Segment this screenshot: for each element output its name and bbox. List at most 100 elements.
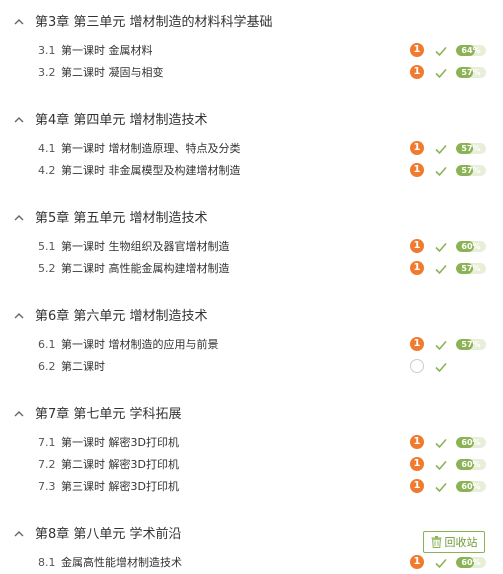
progress-pill: 60% [456,241,486,252]
chapter-header[interactable]: 第3章 第三单元 增材制造的材料科学基础 [0,7,503,33]
progress-label: 60% [461,438,481,447]
check-icon [434,359,448,373]
lesson-title[interactable]: 第二课时 [61,358,105,374]
check-icon [434,141,448,155]
status-badge: 1 [410,479,424,493]
lesson-number: 4.2 [38,163,56,177]
lesson-item[interactable]: 5.1 第一课时 生物组织及器官增材制造 1 60% [0,235,503,257]
lesson-item[interactable]: 3.1 第一课时 金属材料 1 64% [0,39,503,61]
chapter-section: 第6章 第六单元 增材制造技术 6.1 第一课时 增材制造的应用与前景 1 57% 6.2… [0,301,503,399]
lesson-title[interactable]: 第二课时 非金属模型及构建增材制造 [61,162,241,178]
lesson-title[interactable]: 金属高性能增材制造技术 [61,554,182,570]
chapter-title: 第7章 第七单元 学科拓展 [35,406,182,422]
progress-label: 60% [461,482,481,491]
progress-pill: 57% [456,67,486,78]
lesson-item[interactable]: 6.2 第二课时 [0,355,503,377]
progress-label: 57% [461,264,481,273]
chevron-up-icon[interactable] [14,529,24,539]
lesson-number: 4.1 [38,141,56,155]
chapter-title: 第6章 第六单元 增材制造技术 [35,308,208,324]
progress-pill: 57% [456,143,486,154]
lesson-title[interactable]: 第二课时 高性能金属构建增材制造 [61,260,230,276]
check-icon [434,43,448,57]
progress-pill: 60% [456,481,486,492]
progress-pill: 57% [456,339,486,350]
progress-pill: 57% [456,263,486,274]
progress-pill: 64% [456,45,486,56]
recycle-bin-button[interactable]: 回收站 [423,531,485,553]
chevron-up-icon[interactable] [14,213,24,223]
chevron-up-icon[interactable] [14,409,24,419]
progress-label: 57% [461,68,481,77]
status-badge: 1 [410,435,424,449]
status-badge: 1 [410,43,424,57]
lesson-title[interactable]: 第二课时 解密3D打印机 [61,456,179,472]
lesson-item[interactable]: 6.1 第一课时 增材制造的应用与前景 1 57% [0,333,503,355]
progress-label: 57% [461,166,481,175]
lesson-item[interactable]: 4.2 第二课时 非金属模型及构建增材制造 1 57% [0,159,503,181]
chapter-section: 第4章 第四单元 增材制造技术 4.1 第一课时 增材制造原理、特点及分类 1 57% 4… [0,105,503,203]
lesson-title[interactable]: 第一课时 增材制造原理、特点及分类 [61,140,241,156]
check-icon [434,261,448,275]
chapter-title: 第5章 第五单元 增材制造技术 [35,210,208,226]
status-badge: 1 [410,141,424,155]
progress-pill: 57% [456,165,486,176]
chapter-title: 第4章 第四单元 增材制造技术 [35,112,208,128]
progress-label: 57% [461,340,481,349]
chapter-header[interactable]: 第7章 第七单元 学科拓展 [0,399,503,425]
chevron-up-icon[interactable] [14,311,24,321]
lesson-item[interactable]: 7.2 第二课时 解密3D打印机 1 60% [0,453,503,475]
status-badge [410,359,424,373]
lesson-title[interactable]: 第二课时 凝固与相变 [61,64,164,80]
check-icon [434,65,448,79]
check-icon [434,239,448,253]
lesson-title[interactable]: 第一课时 解密3D打印机 [61,434,179,450]
trash-icon [431,536,441,548]
check-icon [434,163,448,177]
lesson-number: 3.1 [38,43,56,57]
lesson-item[interactable]: 5.2 第二课时 高性能金属构建增材制造 1 57% [0,257,503,279]
chevron-up-icon[interactable] [14,17,24,27]
progress-label: 64% [461,46,481,55]
lesson-item[interactable]: 7.3 第三课时 解密3D打印机 1 60% [0,475,503,497]
progress-label: 60% [461,242,481,251]
lesson-title[interactable]: 第一课时 金属材料 [61,42,153,58]
status-badge: 1 [410,163,424,177]
lesson-number: 8.1 [38,555,56,569]
status-badge: 1 [410,65,424,79]
chapter-title: 第3章 第三单元 增材制造的材料科学基础 [35,14,273,30]
lesson-item[interactable]: 8.1 金属高性能增材制造技术 1 60% [0,551,503,573]
chapter-header[interactable]: 第5章 第五单元 增材制造技术 [0,203,503,229]
chapter-header[interactable]: 第6章 第六单元 增材制造技术 [0,301,503,327]
check-icon [434,555,448,569]
chapter-list: 第3章 第三单元 增材制造的材料科学基础 3.1 第一课时 金属材料 1 64% 3.2 第… [0,7,503,573]
status-badge: 1 [410,261,424,275]
chapter-title: 第8章 第八单元 学术前沿 [35,526,182,542]
lesson-number: 6.1 [38,337,56,351]
lesson-number: 5.1 [38,239,56,253]
chapter-section: 第7章 第七单元 学科拓展 7.1 第一课时 解密3D打印机 1 60% 7.2 第二课时 … [0,399,503,519]
status-badge: 1 [410,555,424,569]
progress-label: 57% [461,144,481,153]
check-icon [434,479,448,493]
chapter-section: 第3章 第三单元 增材制造的材料科学基础 3.1 第一课时 金属材料 1 64% 3.2 第… [0,7,503,105]
check-icon [434,435,448,449]
chapter-section: 第5章 第五单元 增材制造技术 5.1 第一课时 生物组织及器官增材制造 1 60% 5.… [0,203,503,301]
lesson-number: 7.3 [38,479,56,493]
progress-pill: 60% [456,459,486,470]
status-badge: 1 [410,457,424,471]
progress-label: 60% [461,460,481,469]
check-icon [434,337,448,351]
lesson-number: 7.2 [38,457,56,471]
lesson-item[interactable]: 4.1 第一课时 增材制造原理、特点及分类 1 57% [0,137,503,159]
lesson-title[interactable]: 第一课时 生物组织及器官增材制造 [61,238,230,254]
chevron-up-icon[interactable] [14,115,24,125]
lesson-number: 3.2 [38,65,56,79]
lesson-title[interactable]: 第一课时 增材制造的应用与前景 [61,336,219,352]
progress-pill: 60% [456,437,486,448]
lesson-title[interactable]: 第三课时 解密3D打印机 [61,478,179,494]
lesson-number: 7.1 [38,435,56,449]
chapter-header[interactable]: 第4章 第四单元 增材制造技术 [0,105,503,131]
lesson-item[interactable]: 3.2 第二课时 凝固与相变 1 57% [0,61,503,83]
lesson-item[interactable]: 7.1 第一课时 解密3D打印机 1 60% [0,431,503,453]
